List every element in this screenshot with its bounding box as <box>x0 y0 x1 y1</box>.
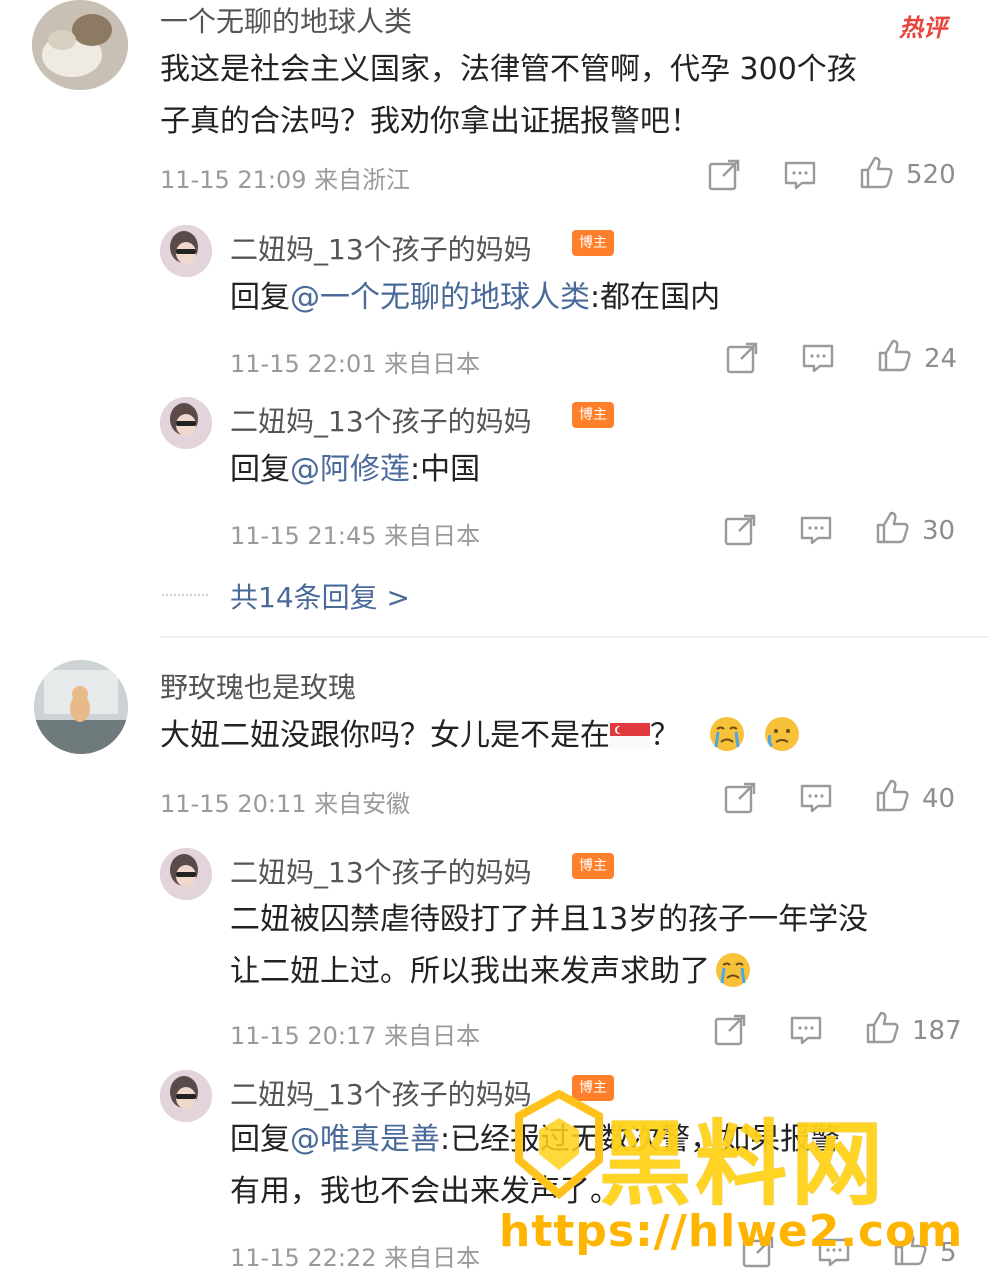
reply-meta: 11-15 20:17 来自日本 <box>230 1022 481 1050</box>
avatar[interactable] <box>34 660 128 754</box>
like-icon[interactable] <box>864 1010 900 1046</box>
comment-username[interactable]: 野玫瑰也是玫瑰 <box>160 666 356 706</box>
reply-content: :中国 <box>410 452 481 487</box>
blogger-badge: 博主 <box>572 230 614 256</box>
like-count: 520 <box>906 160 956 190</box>
like-icon[interactable] <box>874 778 910 814</box>
hot-comment-badge: 热评 <box>899 14 947 42</box>
reply-meta: 11-15 22:01 来自日本 <box>230 350 481 378</box>
blogger-badge: 博主 <box>572 1075 614 1101</box>
blogger-badge: 博主 <box>572 853 614 879</box>
avatar[interactable] <box>160 1070 212 1122</box>
reply-username[interactable]: 二妞妈_13个孩子的妈妈 <box>230 400 532 440</box>
mention-link[interactable]: @阿修莲 <box>290 452 410 487</box>
like-count: 187 <box>912 1016 962 1046</box>
like-icon[interactable] <box>876 338 912 374</box>
like-icon[interactable] <box>858 155 894 191</box>
like-icon[interactable] <box>874 510 910 546</box>
comment-meta: 11-15 21:09 来自浙江 <box>160 166 411 194</box>
like-count: 30 <box>922 516 956 546</box>
crying-face-icon <box>716 953 750 987</box>
more-replies-link[interactable]: 共14条回复 > <box>230 576 410 616</box>
comment-username[interactable]: 一个无聊的地球人类 <box>160 0 412 40</box>
avatar-portrait <box>160 397 212 449</box>
comment-text-line: 我这是社会主义国家，法律管不管啊，代孕 300个孩 <box>160 52 857 87</box>
reply-prefix: 回复 <box>230 280 290 315</box>
avatar-cat-image <box>32 0 128 90</box>
reply-content: :已经报过无数次警，如果报警 <box>440 1122 841 1157</box>
avatar[interactable] <box>160 397 212 449</box>
share-icon[interactable] <box>712 1012 748 1048</box>
singapore-flag-icon <box>610 723 650 749</box>
share-icon[interactable] <box>724 340 760 376</box>
reply-text: 回复@阿修莲:中国 <box>230 444 480 496</box>
comment-icon[interactable] <box>798 780 834 816</box>
reply-meta: 11-15 22:22 来自日本 <box>230 1244 481 1272</box>
reply-meta: 11-15 21:45 来自日本 <box>230 522 481 550</box>
mention-link[interactable]: @一个无聊的地球人类 <box>290 280 590 315</box>
reply-text-line: 二妞被囚禁虐待殴打了并且13岁的孩子一年学没 <box>230 902 869 937</box>
avatar-portrait <box>160 1070 212 1122</box>
comment-text: 我这是社会主义国家，法律管不管啊，代孕 300个孩 子真的合法吗？我劝你拿出证据… <box>160 44 960 148</box>
comment-icon[interactable] <box>798 512 834 548</box>
blogger-badge: 博主 <box>572 402 614 428</box>
reply-text-line: 有用，我也不会出来发声了。 <box>230 1174 620 1209</box>
reply-username[interactable]: 二妞妈_13个孩子的妈妈 <box>230 1073 532 1113</box>
reply-content: :都在国内 <box>590 280 721 315</box>
avatar[interactable] <box>160 225 212 277</box>
reply-text-part: 让二妞上过。所以我出来发声求助了 <box>230 954 710 989</box>
comment-text-part: ？ <box>650 718 680 753</box>
like-icon[interactable] <box>892 1232 928 1268</box>
reply-prefix: 回复 <box>230 1122 290 1157</box>
reply-text-line: 让二妞上过。所以我出来发声求助了 <box>230 946 950 998</box>
thread-divider <box>160 636 989 638</box>
avatar-cat-image <box>34 660 128 754</box>
comment-icon[interactable] <box>800 340 836 376</box>
crying-face-icon <box>709 717 744 751</box>
mention-link[interactable]: @唯真是善 <box>290 1122 440 1157</box>
reply-text-line: 回复@唯真是善:已经报过无数次警，如果报警 <box>230 1114 970 1166</box>
avatar[interactable] <box>32 0 128 90</box>
share-icon[interactable] <box>722 512 758 548</box>
share-icon[interactable] <box>722 780 758 816</box>
like-count: 5 <box>940 1238 957 1268</box>
avatar[interactable] <box>160 848 212 900</box>
reply-username[interactable]: 二妞妈_13个孩子的妈妈 <box>230 228 532 268</box>
reply-text: 回复@一个无聊的地球人类:都在国内 <box>230 272 720 324</box>
share-icon[interactable] <box>740 1234 776 1270</box>
avatar-portrait <box>160 848 212 900</box>
reply-username[interactable]: 二妞妈_13个孩子的妈妈 <box>230 851 532 891</box>
share-icon[interactable] <box>706 157 742 193</box>
avatar-portrait <box>160 225 212 277</box>
comment-icon[interactable] <box>788 1012 824 1048</box>
reply-text: 二妞被囚禁虐待殴打了并且13岁的孩子一年学没 让二妞上过。所以我出来发声求助了 <box>230 894 950 998</box>
reply-text: 回复@唯真是善:已经报过无数次警，如果报警 有用，我也不会出来发声了。 <box>230 1114 970 1218</box>
reply-prefix: 回复 <box>230 452 290 487</box>
like-count: 24 <box>924 344 958 374</box>
sad-face-icon <box>765 717 800 751</box>
comment-text: 大妞二妞没跟你吗？女儿是不是在 ？ <box>160 710 801 762</box>
comment-text-part: 大妞二妞没跟你吗？女儿是不是在 <box>160 718 610 753</box>
comment-meta: 11-15 20:11 来自安徽 <box>160 790 411 818</box>
comment-icon[interactable] <box>816 1234 852 1270</box>
like-count: 40 <box>922 784 956 814</box>
comment-text-line: 子真的合法吗？我劝你拿出证据报警吧！ <box>160 104 700 139</box>
more-replies-dots <box>162 594 208 596</box>
comment-icon[interactable] <box>782 157 818 193</box>
